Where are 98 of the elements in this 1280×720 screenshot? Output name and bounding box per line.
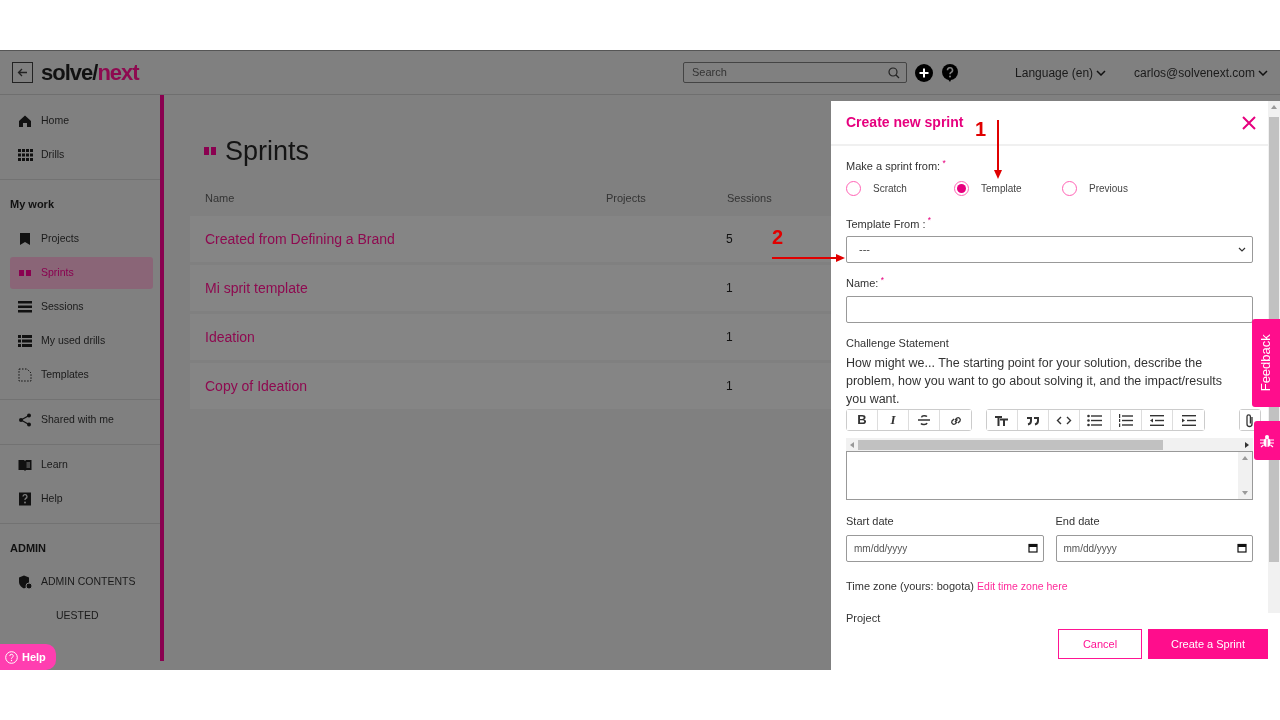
- edit-time-zone-link[interactable]: Edit time zone here: [977, 579, 1068, 592]
- logo: solve/next: [41, 59, 139, 87]
- numbered-list-icon: [1118, 412, 1134, 428]
- sidebar-item[interactable]: Shared with me: [10, 403, 153, 436]
- calendar-icon: [1027, 543, 1038, 553]
- bullet-list-icon: [1087, 412, 1103, 428]
- sidebar-item[interactable]: Help: [10, 482, 153, 515]
- date-field[interactable]: mm/dd/yyyy: [1055, 534, 1253, 562]
- radio-option[interactable]: Template: [954, 180, 1062, 196]
- field-label: Project: [846, 611, 882, 627]
- sidebar-item[interactable]: UESTED: [10, 600, 153, 632]
- sidebar-item[interactable]: Sessions: [10, 290, 153, 323]
- bookmark-icon: [18, 231, 33, 246]
- sidebar-item[interactable]: ADMIN CONTENTS: [10, 566, 153, 598]
- column-header: Sessions: [727, 190, 773, 206]
- arrow-icon: [772, 254, 846, 262]
- option-label: Template: [981, 181, 1022, 196]
- help-icon: [5, 650, 18, 664]
- page-title: Sprints: [225, 135, 310, 168]
- field-label: Challenge Statement: [846, 335, 950, 351]
- table-cell-text: 1: [726, 329, 733, 346]
- option-label: Previous: [1089, 181, 1128, 196]
- dialog-title: Create new sprint: [846, 113, 964, 132]
- close-icon: [1242, 116, 1256, 131]
- home-icon: [18, 114, 33, 128]
- user-menu[interactable]: carlos@solvenext.com: [1134, 63, 1268, 82]
- bold-button[interactable]: B: [847, 410, 878, 430]
- grid-icon: [18, 148, 33, 162]
- hint-text: How might we... The starting point for your solution, describe the problem, how you want to go about solving it, and the impact/results you want.: [846, 355, 1223, 408]
- table-cell-text: 1: [726, 280, 733, 297]
- template-icon: [18, 367, 33, 382]
- section-heading: ADMIN: [10, 540, 48, 556]
- back-button[interactable]: [12, 62, 33, 83]
- sprint-link[interactable]: Ideation: [205, 326, 726, 348]
- help-icon[interactable]: [941, 63, 960, 82]
- annotation-number: 1: [975, 119, 987, 139]
- language-menu[interactable]: Language (en): [1015, 63, 1107, 82]
- field-label: End date: [1055, 514, 1101, 529]
- column-header: Name: [205, 190, 236, 206]
- chevron-down-icon: [1258, 69, 1268, 76]
- search-icon: [888, 66, 901, 79]
- sidebar-item[interactable]: Learn: [10, 448, 153, 481]
- radio-option[interactable]: Previous: [1062, 180, 1170, 196]
- radio-option[interactable]: Scratch: [846, 180, 954, 196]
- chevron-down-icon: [1096, 69, 1107, 76]
- table-cell-text: 1: [726, 378, 733, 395]
- feedback-tab[interactable]: Feedback: [1252, 319, 1280, 407]
- calendar-icon: [1237, 543, 1247, 553]
- toolbar-button[interactable]: [987, 410, 1018, 430]
- sprint-link[interactable]: Mi sprit template: [205, 277, 726, 299]
- section-heading: My work: [10, 197, 55, 212]
- table-cell-text: 5: [726, 231, 733, 248]
- sidebar-item[interactable]: Drills: [10, 139, 153, 171]
- sidebar-item[interactable]: Home: [10, 105, 153, 137]
- field-label: Start date: [846, 514, 895, 529]
- field-label: Template From : $^{*}$: [846, 215, 932, 232]
- horizontal-scrollbar[interactable]: [846, 438, 1253, 451]
- challenge-editor[interactable]: [846, 451, 1253, 500]
- scroll-up-icon: [1242, 456, 1248, 460]
- search-field[interactable]: Search: [683, 62, 908, 83]
- bug-report-button[interactable]: [1254, 421, 1280, 460]
- add-icon[interactable]: [915, 63, 934, 82]
- sidebar-item[interactable]: Templates: [10, 358, 153, 391]
- book-icon: [18, 457, 33, 472]
- indent-icon: [1180, 412, 1197, 428]
- field-label: Name: $^{*}$: [846, 275, 885, 291]
- search-input[interactable]: Search: [690, 63, 889, 82]
- cancel-button[interactable]: Cancel: [1058, 629, 1142, 659]
- sprint-link[interactable]: Created from Defining a Brand: [205, 228, 726, 250]
- time-zone-text: Time zone (yours: bogota): [846, 579, 974, 592]
- list-icon: [18, 333, 33, 348]
- template-select[interactable]: ---: [846, 236, 1253, 263]
- help-button[interactable]: Help: [0, 644, 56, 670]
- sidebar-item[interactable]: Projects: [10, 222, 153, 255]
- create-sprint-button[interactable]: Create a Sprint: [1148, 629, 1268, 659]
- column-header: Projects: [606, 190, 647, 206]
- sidebar-item[interactable]: My used drills: [10, 324, 153, 357]
- sprint-link[interactable]: Copy of Ideation: [205, 375, 726, 397]
- scroll-down-icon: [1242, 491, 1248, 495]
- field-label: Make a sprint from: $^{*}$: [846, 158, 947, 174]
- bug-icon: [1260, 433, 1274, 448]
- option-label: Scratch: [873, 181, 907, 196]
- outdent-icon: [1149, 412, 1165, 428]
- menu-icon: [18, 299, 33, 314]
- arrow-icon: [994, 120, 1002, 180]
- name-input[interactable]: [846, 295, 1253, 323]
- date-field[interactable]: mm/dd/yyyy: [846, 534, 1044, 562]
- chevron-down-icon: [1238, 247, 1246, 252]
- annotation-number: 2: [772, 227, 784, 247]
- scroll-up-icon: [1271, 105, 1277, 109]
- help-icon: [18, 491, 33, 506]
- scroll-right-icon: [1245, 441, 1249, 448]
- strikethrough-icon: [916, 412, 932, 428]
- scroll-left-icon: [850, 441, 854, 448]
- arrow-left-icon: [17, 68, 28, 77]
- shield-icon: [18, 575, 33, 589]
- share-icon: [18, 412, 33, 427]
- pause-icon: [204, 146, 216, 157]
